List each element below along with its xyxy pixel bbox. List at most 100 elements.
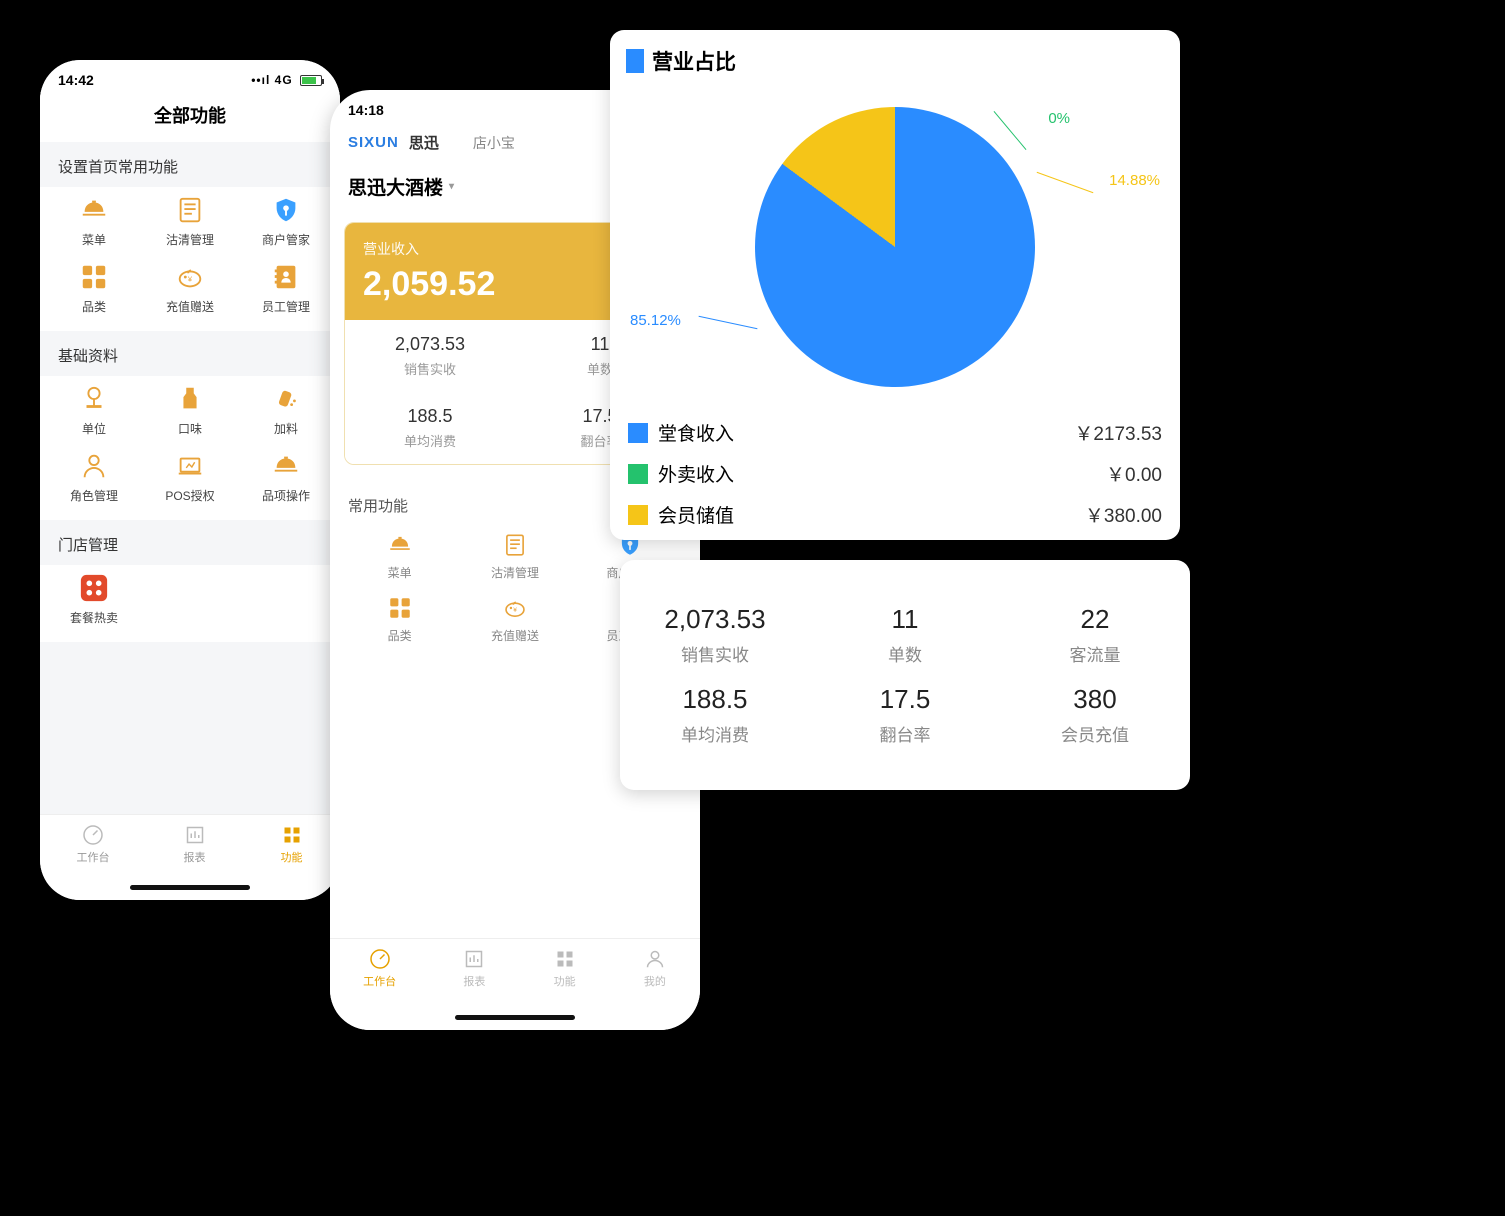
- func-label: 菜单: [388, 564, 412, 581]
- brand-logo-cn: 思迅: [409, 132, 439, 153]
- pie-chart: 85.12% 0% 14.88%: [610, 82, 1180, 412]
- func-label: 单位: [82, 420, 106, 437]
- func-piggy[interactable]: 充值赠送: [457, 595, 572, 644]
- piggy-icon: [175, 262, 205, 292]
- tab-gauge[interactable]: 工作台: [363, 947, 396, 989]
- brand-sub: 店小宝: [473, 133, 515, 153]
- func-cloche[interactable]: 菜单: [46, 195, 142, 248]
- tab-grid[interactable]: 功能: [553, 947, 577, 989]
- func-label: 沽清管理: [166, 231, 214, 248]
- person-icon: [79, 451, 109, 481]
- func-doc[interactable]: 沽清管理: [142, 195, 238, 248]
- func-cloche[interactable]: 品项操作: [238, 451, 334, 504]
- stat-cell: 22客流量: [1000, 604, 1190, 666]
- func-label: 沽清管理: [491, 564, 539, 581]
- tab-label: 功能: [281, 849, 303, 865]
- stat-label: 销售实收: [620, 641, 810, 666]
- gauge-icon: [81, 823, 105, 847]
- battery-icon: [300, 75, 322, 86]
- func-scale[interactable]: 单位: [46, 384, 142, 437]
- func-grid[interactable]: 品类: [342, 595, 457, 644]
- grid-icon: [553, 947, 577, 971]
- scale-icon: [79, 384, 109, 414]
- section-header-home: 设置首页常用功能: [40, 142, 340, 187]
- stat-cell: 188.5单均消费: [620, 684, 810, 746]
- stat-value: 2,073.53: [620, 604, 810, 635]
- stats-grid: 2,073.53 销售实收11单数22客流量 188.5单均消费17.5翻台率380…: [620, 560, 1190, 790]
- stat-value: 22: [1000, 604, 1190, 635]
- status-icons: ••ıl 4G: [251, 73, 322, 87]
- pie-leader-small: [994, 111, 1027, 150]
- func-label: 商户管家: [262, 231, 310, 248]
- stat-value: 11: [810, 604, 1000, 635]
- func-cloche[interactable]: 菜单: [342, 532, 457, 581]
- pie-graphic: [755, 107, 1035, 387]
- bottle-icon: [175, 384, 205, 414]
- stat-value: 17.5: [810, 684, 1000, 715]
- grid-icon: [280, 823, 304, 847]
- metric-value: 2,073.53: [345, 334, 515, 355]
- func-piggy[interactable]: 充值赠送: [142, 262, 238, 315]
- legend-row: 堂食收入￥2173.53: [628, 412, 1162, 453]
- tab-label: 工作台: [363, 973, 396, 989]
- func-grid-red[interactable]: 套餐热卖: [46, 573, 142, 626]
- pie-leader-big: [699, 316, 758, 329]
- func-bottle[interactable]: 口味: [142, 384, 238, 437]
- pie-label-mid: 14.88%: [1109, 172, 1160, 189]
- func-laptop[interactable]: POS授权: [142, 451, 238, 504]
- rev-cell: 2,073.53 销售实收: [345, 320, 515, 392]
- func-label: 充值赠送: [491, 627, 539, 644]
- func-grid[interactable]: 品类: [46, 262, 142, 315]
- doc-icon: [502, 532, 528, 558]
- home-indicator: [130, 885, 250, 890]
- legend-amount: ￥0.00: [1106, 460, 1162, 487]
- stat-value: 380: [1000, 684, 1190, 715]
- func-shaker[interactable]: 加料: [238, 384, 334, 437]
- card-revenue-share: 营业占比 85.12% 0% 14.88% 堂食收入￥2173.53 外卖收入 ￥0…: [610, 30, 1180, 540]
- func-book[interactable]: 员工管理: [238, 262, 334, 315]
- func-label: 角色管理: [70, 487, 118, 504]
- tab-user[interactable]: 我的: [643, 947, 667, 989]
- stat-label: 会员充值: [1000, 721, 1190, 746]
- func-label: 套餐热卖: [70, 609, 118, 626]
- cloche-icon: [387, 532, 413, 558]
- legend-name: 外卖收入: [658, 460, 734, 487]
- cloche-icon: [79, 195, 109, 225]
- tab-chart[interactable]: 报表: [462, 947, 486, 989]
- stat-cell: 11单数: [810, 604, 1000, 666]
- user-icon: [643, 947, 667, 971]
- func-doc[interactable]: 沽清管理: [457, 532, 572, 581]
- section-header-store: 门店管理: [40, 520, 340, 565]
- gauge-icon: [368, 947, 392, 971]
- tab-label: 报表: [463, 973, 485, 989]
- legend-row: 外卖收入 ￥0.00: [628, 453, 1162, 494]
- grid-home-functions: 菜单 沽清管理 商户管家品类 充值赠送员工管理: [40, 187, 340, 331]
- stat-cell: 17.5翻台率: [810, 684, 1000, 746]
- signal-icon: ••ıl: [251, 73, 270, 87]
- func-person[interactable]: 角色管理: [46, 451, 142, 504]
- card-header: 营业占比: [610, 30, 1180, 82]
- legend-swatch: [628, 505, 648, 525]
- header-accent: [626, 49, 644, 73]
- card-stats: 2,073.53 销售实收11单数22客流量 188.5单均消费17.5翻台率380…: [620, 560, 1190, 790]
- func-label: 品类: [82, 298, 106, 315]
- tab-grid[interactable]: 功能: [280, 823, 304, 865]
- legend-name: 会员储值: [658, 501, 734, 528]
- func-label: 品类: [388, 627, 412, 644]
- tab-label: 报表: [184, 849, 206, 865]
- pie-leader-mid: [1037, 172, 1094, 193]
- doc-icon: [175, 195, 205, 225]
- func-label: 加料: [274, 420, 298, 437]
- pie-legend: 堂食收入￥2173.53外卖收入￥0.00会员储值￥380.00: [610, 412, 1180, 545]
- func-label: 品项操作: [262, 487, 310, 504]
- network-label: 4G: [275, 73, 293, 87]
- func-shield[interactable]: 商户管家: [238, 195, 334, 248]
- func-label: 员工管理: [262, 298, 310, 315]
- metric-label: 销售实收: [345, 359, 515, 378]
- tab-gauge[interactable]: 工作台: [77, 823, 110, 865]
- tab-chart[interactable]: 报表: [183, 823, 207, 865]
- phone-all-functions: 14:42 ••ıl 4G 全部功能 设置首页常用功能 菜单沽清管理商户管家品类…: [40, 60, 340, 900]
- chart-icon: [183, 823, 207, 847]
- cloche-icon: [271, 451, 301, 481]
- func-label: 菜单: [82, 231, 106, 248]
